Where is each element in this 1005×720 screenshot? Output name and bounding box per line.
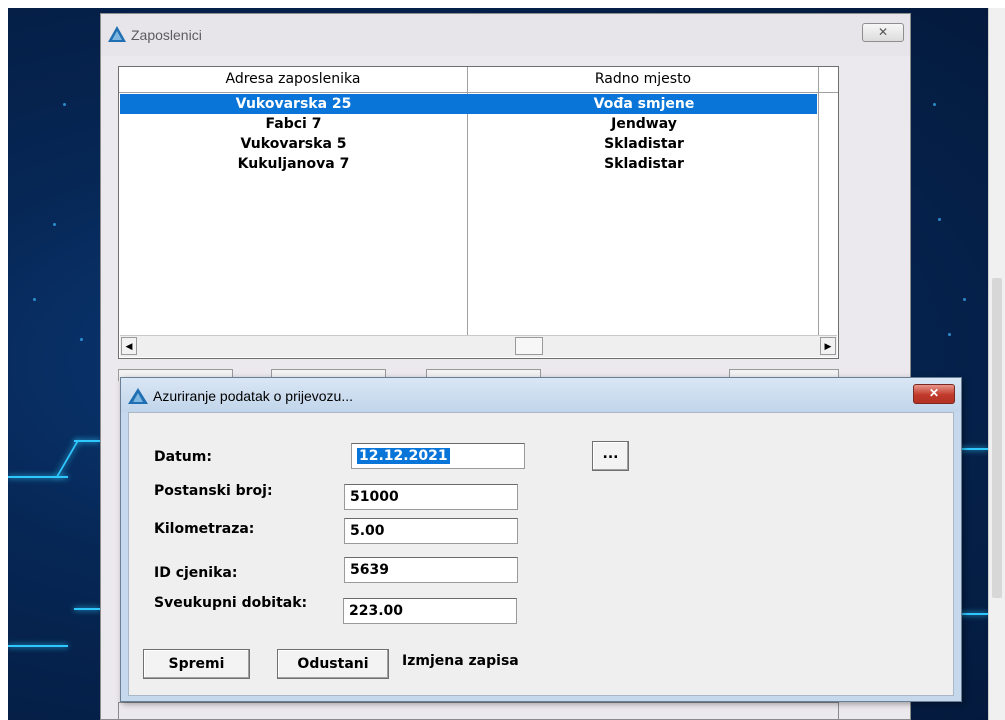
- postanski-broj-field[interactable]: 51000: [344, 484, 518, 510]
- scroll-right-button[interactable]: ▶: [820, 337, 836, 355]
- wallpaper-dot: [33, 298, 36, 301]
- kilometraza-field[interactable]: 5.00: [344, 518, 518, 544]
- save-button[interactable]: Spremi: [143, 649, 250, 679]
- circuit-line: [55, 441, 79, 478]
- cell-adresa: Vukovarska 25: [235, 96, 352, 112]
- scroll-thumb[interactable]: [515, 337, 543, 355]
- id-cjenika-field[interactable]: 5639: [344, 557, 518, 583]
- scrollbar-thumb[interactable]: [992, 278, 1002, 598]
- wallpaper-dot: [938, 218, 941, 221]
- wallpaper-dot: [80, 338, 83, 341]
- arrow-right-icon: ▶: [824, 341, 832, 351]
- label-kilometraza: Kilometraza:: [154, 521, 255, 537]
- wallpaper-dot: [933, 103, 936, 106]
- employees-grid[interactable]: Adresa zaposlenika Radno mjesto Vukovars…: [118, 66, 839, 359]
- wallpaper-dot: [963, 298, 966, 301]
- edit-transport-dialog: Azuriranje podatak o prijevozu... ✕ Datu…: [120, 377, 962, 702]
- dialog-close-button[interactable]: ✕: [913, 384, 955, 404]
- column-header-adresa[interactable]: Adresa zaposlenika: [119, 67, 468, 93]
- cell-radno-mjesto: Vođa smjene: [593, 96, 695, 112]
- horizontal-scrollbar[interactable]: ◀ ▶: [120, 335, 837, 357]
- bottom-scrollbar-partial[interactable]: [118, 702, 839, 720]
- label-datum: Datum:: [154, 449, 212, 465]
- blue-triangle-logo-icon: [108, 26, 126, 47]
- main-window-title: Zaposlenici: [131, 27, 202, 43]
- close-icon: ✕: [928, 386, 940, 400]
- date-picker-button[interactable]: ...: [592, 441, 629, 471]
- table-row[interactable]: Kukuljanova 7 Skladistar: [120, 154, 817, 174]
- table-row[interactable]: Vukovarska 5 Skladistar: [120, 134, 817, 154]
- cancel-button[interactable]: Odustani: [277, 649, 389, 679]
- circuit-line: [8, 645, 68, 647]
- dialog-title: Azuriranje podatak o prijevozu...: [153, 388, 353, 404]
- cell-adresa: Kukuljanova 7: [237, 156, 350, 172]
- column-header-empty: [819, 67, 838, 93]
- cell-radno-mjesto: Skladistar: [604, 156, 684, 172]
- label-sveukupni-dobitak: Sveukupni dobitak:: [154, 595, 308, 611]
- dialog-body: Datum: 12.12.2021 ... Postanski broj: 51…: [128, 412, 954, 696]
- wallpaper-dot: [53, 223, 56, 226]
- wallpaper-dot: [63, 103, 66, 106]
- close-button[interactable]: ✕: [862, 23, 904, 42]
- circuit-line: [74, 440, 100, 442]
- table-row[interactable]: Fabci 7 Jendway: [120, 114, 817, 134]
- table-row[interactable]: Vukovarska 25 Vođa smjene: [120, 94, 817, 114]
- dialog-title-bar[interactable]: Azuriranje podatak o prijevozu... ✕: [121, 378, 961, 412]
- screen-top-edge: [8, 0, 988, 8]
- main-title-bar[interactable]: Zaposlenici ✕: [101, 14, 910, 56]
- sveukupni-dobitak-field[interactable]: 223.00: [343, 598, 517, 624]
- right-edge-scrollbar[interactable]: [988, 8, 1005, 720]
- cell-adresa: Vukovarska 5: [240, 136, 347, 152]
- cell-adresa: Fabci 7: [265, 116, 322, 132]
- blue-triangle-logo-icon: [128, 388, 148, 409]
- datum-value: 12.12.2021: [357, 448, 450, 464]
- datum-field[interactable]: 12.12.2021: [351, 443, 525, 469]
- circuit-line: [74, 608, 100, 610]
- status-text: Izmjena zapisa: [402, 653, 519, 669]
- close-icon: ✕: [877, 25, 889, 39]
- column-header-radno-mjesto[interactable]: Radno mjesto: [468, 67, 819, 93]
- arrow-left-icon: ◀: [125, 341, 133, 351]
- scroll-left-button[interactable]: ◀: [121, 337, 137, 355]
- cell-radno-mjesto: Skladistar: [604, 136, 684, 152]
- wallpaper-dot: [948, 333, 951, 336]
- label-id-cjenika: ID cjenika:: [154, 565, 238, 581]
- circuit-line: [8, 476, 68, 478]
- cell-radno-mjesto: Jendway: [611, 116, 677, 132]
- label-postanski-broj: Postanski broj:: [154, 483, 273, 499]
